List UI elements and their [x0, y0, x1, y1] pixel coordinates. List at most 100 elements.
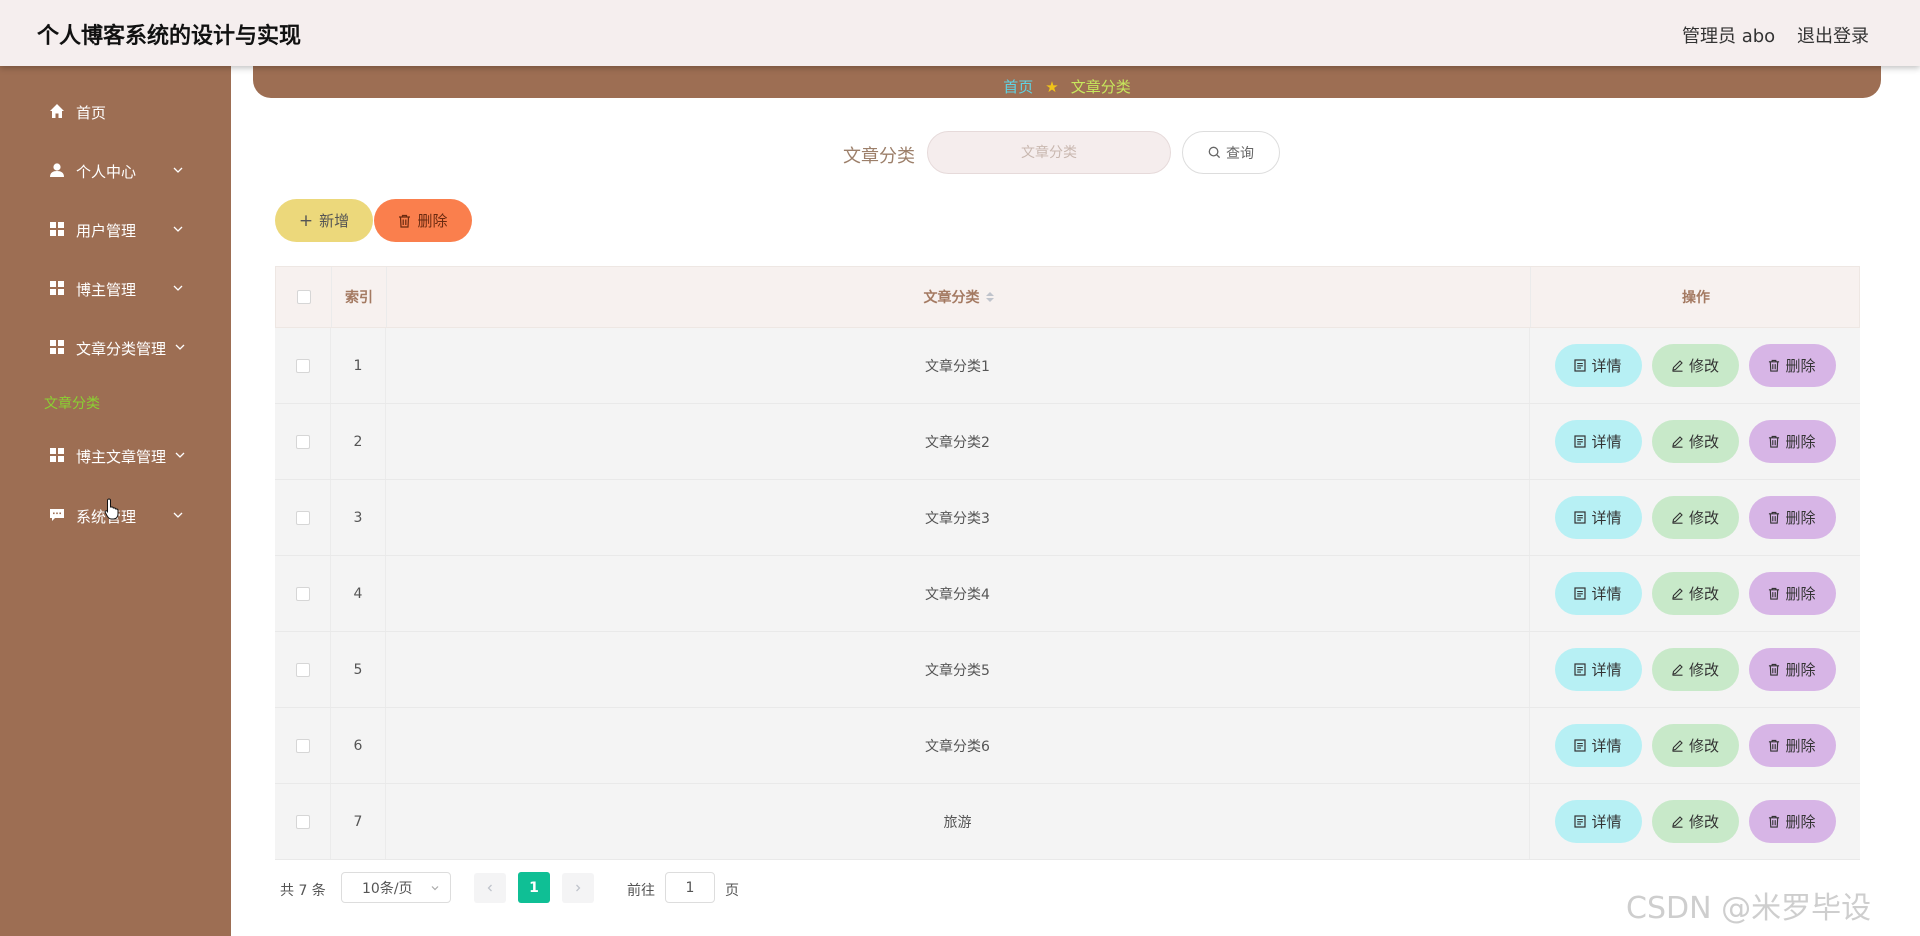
delete-button-label: 删除	[1785, 737, 1816, 755]
search-label: 文章分类	[843, 146, 915, 167]
trash-icon	[1769, 511, 1780, 524]
delete-button[interactable]: 删除	[1748, 648, 1836, 691]
add-button[interactable]: + 新增	[275, 199, 373, 242]
table-header: 索引 文章分类 操作	[275, 266, 1860, 328]
grid-icon	[50, 340, 64, 354]
detail-button-label: 详情	[1591, 813, 1622, 831]
delete-button[interactable]: 删除	[1748, 420, 1836, 463]
edit-button[interactable]: 修改	[1651, 724, 1739, 767]
row-checkbox[interactable]	[295, 738, 310, 753]
page-size-select[interactable]: 10条/页	[341, 872, 451, 903]
edit-button[interactable]: 修改	[1651, 572, 1739, 615]
edit-icon	[1672, 436, 1683, 448]
sidebar-item-blogger-management[interactable]: 博主管理	[0, 268, 231, 308]
chevron-down-icon	[173, 226, 183, 232]
batch-delete-button[interactable]: 删除	[374, 199, 472, 242]
goto-label: 前往	[627, 883, 655, 899]
next-page-button[interactable]	[562, 873, 594, 903]
detail-button[interactable]: 详情	[1554, 724, 1642, 767]
edit-button-label: 修改	[1688, 509, 1719, 527]
row-index: 2	[331, 404, 386, 479]
delete-button[interactable]: 删除	[1748, 724, 1836, 767]
detail-button[interactable]: 详情	[1554, 420, 1642, 463]
edit-icon	[1672, 588, 1683, 600]
detail-button-label: 详情	[1591, 357, 1622, 375]
row-index: 5	[331, 632, 386, 707]
goto-page-input[interactable]	[665, 872, 715, 903]
table-row: 3 文章分类3 详情 修改 删除	[275, 480, 1860, 556]
page-suffix: 页	[725, 883, 739, 899]
trash-icon	[1769, 815, 1780, 828]
sidebar-subitem-category[interactable]: 文章分类	[44, 393, 100, 413]
document-icon	[1574, 587, 1587, 600]
delete-button[interactable]: 删除	[1748, 344, 1836, 387]
header-category[interactable]: 文章分类	[387, 267, 1531, 327]
edit-button-label: 修改	[1688, 357, 1719, 375]
table-row: 5 文章分类5 详情 修改 删除	[275, 632, 1860, 708]
search-input[interactable]	[927, 131, 1171, 174]
chevron-down-icon	[175, 452, 185, 458]
sidebar-item-home[interactable]: 首页	[0, 91, 231, 131]
page-number-current[interactable]: 1	[518, 872, 550, 903]
prev-page-button[interactable]	[474, 873, 506, 903]
add-button-label: 新增	[319, 212, 350, 230]
trash-icon	[399, 214, 411, 228]
edit-button[interactable]: 修改	[1651, 800, 1739, 843]
delete-button-label: 删除	[1785, 585, 1816, 603]
detail-button-label: 详情	[1591, 509, 1622, 527]
chat-icon	[50, 509, 64, 521]
row-checkbox[interactable]	[295, 814, 310, 829]
trash-icon	[1769, 663, 1780, 676]
grid-icon	[50, 448, 64, 462]
plus-icon: +	[298, 210, 314, 231]
detail-button[interactable]: 详情	[1554, 800, 1642, 843]
edit-button-label: 修改	[1688, 661, 1719, 679]
chevron-down-icon	[173, 285, 183, 291]
row-category: 文章分类4	[386, 556, 1530, 631]
sidebar-item-category-management[interactable]: 文章分类管理	[0, 327, 231, 367]
delete-button[interactable]: 删除	[1748, 572, 1836, 615]
sidebar-item-user-management[interactable]: 用户管理	[0, 209, 231, 249]
document-icon	[1574, 359, 1587, 372]
edit-icon	[1672, 664, 1683, 676]
edit-icon	[1672, 816, 1683, 828]
edit-button[interactable]: 修改	[1651, 344, 1739, 387]
trash-icon	[1769, 435, 1780, 448]
detail-button[interactable]: 详情	[1554, 648, 1642, 691]
sort-icon[interactable]	[985, 292, 994, 302]
pagination-total: 共 7 条	[280, 883, 326, 899]
row-checkbox[interactable]	[295, 510, 310, 525]
sidebar-item-label: 文章分类管理	[76, 340, 167, 358]
row-category: 文章分类3	[386, 480, 1530, 555]
row-category: 文章分类1	[386, 328, 1530, 403]
chevron-right-icon	[576, 884, 581, 892]
delete-button[interactable]: 删除	[1748, 496, 1836, 539]
query-button[interactable]: 查询	[1182, 131, 1280, 174]
detail-button-label: 详情	[1591, 585, 1622, 603]
row-checkbox[interactable]	[295, 662, 310, 677]
query-button-label: 查询	[1226, 145, 1254, 162]
document-icon	[1574, 435, 1587, 448]
detail-button[interactable]: 详情	[1554, 344, 1642, 387]
delete-button[interactable]: 删除	[1748, 800, 1836, 843]
breadcrumb-home[interactable]: 首页	[1003, 78, 1033, 96]
edit-button-label: 修改	[1688, 585, 1719, 603]
chevron-left-icon	[487, 884, 492, 892]
select-all-checkbox[interactable]	[296, 290, 311, 304]
row-checkbox[interactable]	[295, 586, 310, 601]
pagination: 共 7 条 10条/页 1 前往 页	[280, 872, 980, 904]
detail-button[interactable]: 详情	[1554, 496, 1642, 539]
chevron-down-icon	[173, 167, 183, 173]
edit-button[interactable]: 修改	[1651, 420, 1739, 463]
sidebar-item-personal-center[interactable]: 个人中心	[0, 150, 231, 190]
sidebar-item-blogger-articles[interactable]: 博主文章管理	[0, 435, 231, 475]
delete-button-label: 删除	[1785, 509, 1816, 527]
edit-button[interactable]: 修改	[1651, 648, 1739, 691]
row-checkbox[interactable]	[295, 358, 310, 373]
edit-button[interactable]: 修改	[1651, 496, 1739, 539]
detail-button[interactable]: 详情	[1554, 572, 1642, 615]
row-category: 文章分类2	[386, 404, 1530, 479]
edit-button-label: 修改	[1688, 737, 1719, 755]
row-checkbox[interactable]	[295, 434, 310, 449]
logout-link[interactable]: 退出登录	[1797, 22, 1869, 48]
